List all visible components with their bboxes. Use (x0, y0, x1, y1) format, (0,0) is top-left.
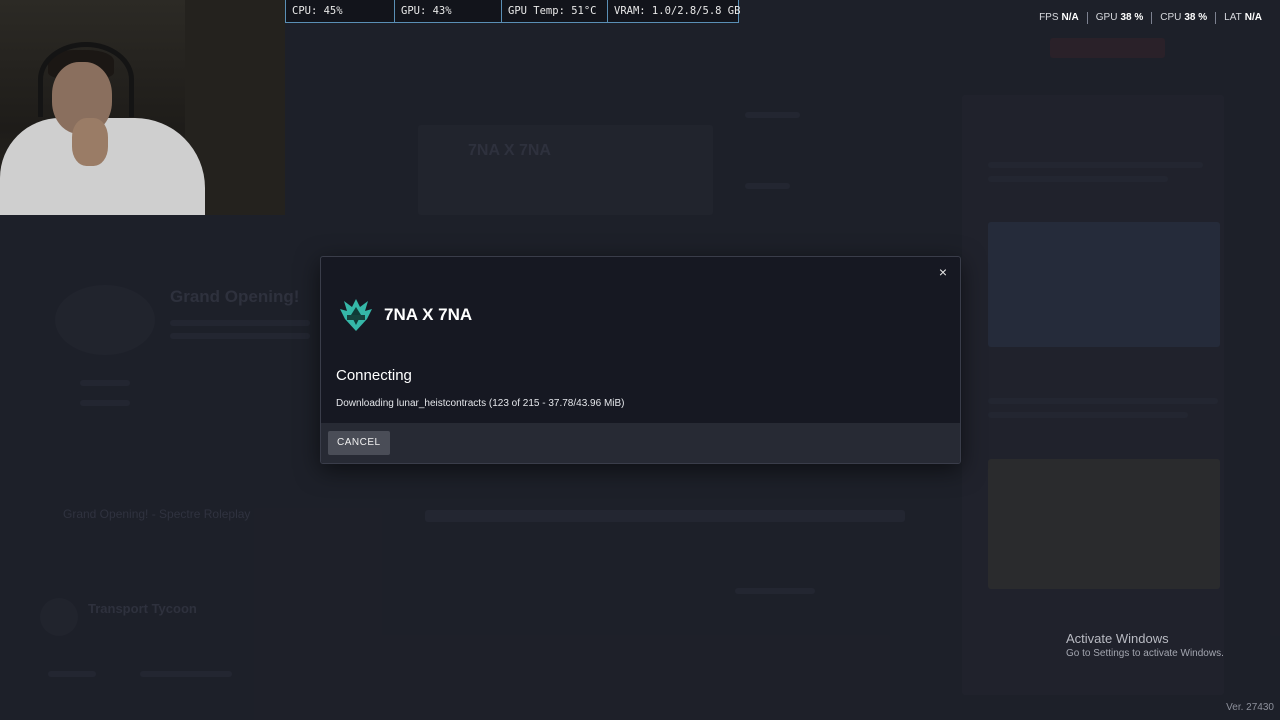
fps-stat: FPS N/A (1039, 12, 1079, 23)
version-label: Ver. 27430 (1226, 702, 1274, 713)
server-logo-icon (339, 297, 373, 333)
dialog-footer: CANCEL (321, 423, 960, 463)
webcam-feed (0, 0, 285, 215)
top-stats: FPS N/A GPU 38 % CPU 38 % LAT N/A (1031, 12, 1270, 24)
activate-windows-title: Activate Windows (1066, 631, 1169, 646)
vram-usage: VRAM: 1.0/2.8/5.8 GB (607, 0, 740, 22)
cpu-stat: CPU 38 % (1151, 12, 1215, 24)
cpu-usage: CPU: 45% (292, 5, 343, 17)
close-icon[interactable]: × (934, 263, 952, 281)
connecting-dialog: × 7NA X 7NA Connecting Downloading lunar… (320, 256, 961, 464)
cancel-button[interactable]: CANCEL (328, 431, 390, 455)
server-name: 7NA X 7NA (384, 305, 473, 324)
gpu-usage: GPU: 43% (394, 0, 501, 22)
performance-overlay: CPU: 45% GPU: 43% GPU Temp: 51°C VRAM: 1… (285, 0, 740, 23)
gpu-temp: GPU Temp: 51°C (501, 0, 607, 22)
connection-status: Connecting (336, 367, 412, 384)
gpu-stat: GPU 38 % (1086, 12, 1151, 24)
activate-windows-subtitle: Go to Settings to activate Windows. (1066, 648, 1224, 659)
lat-stat: LAT N/A (1215, 12, 1270, 24)
download-progress-text: Downloading lunar_heistcontracts (123 of… (336, 398, 625, 409)
